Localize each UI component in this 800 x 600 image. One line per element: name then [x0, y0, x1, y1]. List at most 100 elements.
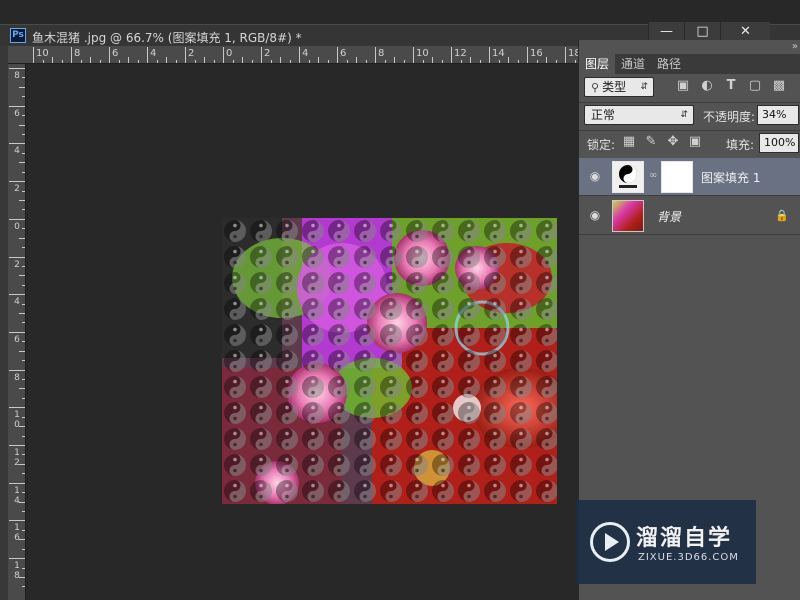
minimize-button[interactable]: —	[648, 22, 684, 42]
ruler-minor-tick	[22, 416, 25, 418]
ruler-minor-tick	[251, 60, 253, 63]
lock-move-icon[interactable]: ✥	[665, 134, 681, 150]
opacity-field[interactable]: 34%	[757, 105, 799, 125]
ruler-minor-tick	[574, 60, 576, 63]
ruler-tick	[489, 47, 490, 63]
divider	[579, 130, 800, 131]
close-button[interactable]: ✕	[720, 22, 770, 42]
ruler-minor-tick	[22, 435, 25, 437]
ruler-tick-label: 4	[14, 297, 20, 308]
blend-opacity-row: 正常 ⇵ 不透明度: 34%	[579, 104, 800, 130]
ruler-tick	[337, 47, 338, 63]
ruler-minor-tick	[137, 60, 139, 63]
blend-mode-select[interactable]: 正常 ⇵	[584, 105, 694, 125]
background-thumbnail[interactable]	[612, 200, 644, 232]
lock-transparent-icon[interactable]: ▦	[621, 134, 637, 150]
ruler-minor-tick	[19, 501, 25, 503]
layer-name[interactable]: 背景	[657, 208, 681, 225]
text-filter-icon[interactable]: T	[723, 78, 739, 94]
ruler-minor-tick	[22, 228, 25, 230]
minimize-icon: —	[660, 24, 673, 39]
photoshop-window: Ps 鱼木混猪 .jpg @ 66.7% (图案填充 1, RGB/8#) * …	[0, 0, 800, 600]
ruler-tick-label: 6	[340, 48, 347, 59]
tab-channels[interactable]: 通道	[615, 54, 651, 74]
ruler-tick-label: 8	[14, 71, 20, 81]
ruler-tick	[9, 181, 25, 183]
ruler-tick	[451, 47, 452, 63]
ruler-minor-tick	[327, 60, 329, 63]
eye-icon[interactable]: ◉	[588, 208, 602, 222]
horizontal-ruler[interactable]: 10 8 6 4 2 0 2 4 6 8 10 12 14 16 18	[8, 46, 580, 64]
window-controls: — □ ✕	[648, 22, 770, 42]
ruler-minor-tick	[61, 60, 63, 63]
lock-label: 锁定:	[587, 138, 616, 152]
layer-row-pattern-fill[interactable]: ◉ ∞ 图案填充 1	[579, 158, 800, 196]
tab-layers[interactable]: 图层	[579, 54, 616, 74]
ruler-minor-tick	[318, 57, 319, 63]
ruler-minor-tick	[19, 86, 25, 88]
fill-field[interactable]: 100%	[759, 133, 799, 153]
search-icon: ⚲	[591, 81, 600, 94]
ruler-tick-label: 10	[14, 410, 20, 431]
ruler-minor-tick	[22, 96, 25, 98]
ruler-minor-tick	[22, 360, 25, 362]
ruler-minor-tick	[394, 57, 395, 63]
ruler-minor-tick	[19, 388, 25, 390]
eye-icon[interactable]: ◉	[588, 169, 602, 183]
ruler-minor-tick	[22, 586, 25, 588]
ruler-minor-tick	[308, 60, 310, 63]
adjustment-filter-icon[interactable]: ◐	[699, 78, 715, 94]
ruler-minor-tick	[22, 265, 25, 267]
ruler-tick	[9, 482, 25, 484]
smart-object-filter-icon[interactable]: ▩	[771, 78, 787, 94]
lock-paint-icon[interactable]: ✎	[643, 134, 659, 150]
pattern-thumbnail[interactable]	[612, 161, 644, 193]
ruler-minor-tick	[19, 124, 25, 126]
divider	[579, 102, 800, 103]
ruler-tick-label: 8	[14, 372, 20, 383]
blend-mode-value: 正常	[591, 108, 616, 122]
link-chain-icon[interactable]: ∞	[649, 170, 657, 184]
canvas-image[interactable]	[222, 218, 557, 504]
ruler-tick	[71, 47, 72, 63]
ruler-minor-tick	[403, 60, 405, 63]
ruler-tick	[223, 47, 224, 63]
ruler-tick-label: 2	[14, 184, 20, 195]
ruler-minor-tick	[289, 60, 291, 63]
ruler-tick-label: 8	[74, 48, 81, 59]
ruler-tick-label: 10	[36, 48, 49, 59]
ruler-tick-label: 4	[150, 48, 157, 59]
layer-row-background[interactable]: ◉ 背景 🔒	[579, 197, 800, 235]
ruler-minor-tick	[517, 60, 519, 63]
ruler-tick	[9, 369, 25, 371]
image-filter-icon[interactable]: ▣	[675, 78, 691, 94]
layer-filter-value: 类型	[602, 80, 627, 94]
photoshop-logo-icon: Ps	[10, 28, 26, 43]
double-chevron-icon[interactable]: »	[792, 41, 798, 52]
lock-fill-row: 锁定: ▦ ✎ ✥ ▣ 填充: 100%	[579, 132, 800, 158]
fill-label: 填充:	[726, 138, 755, 152]
layer-filter-select[interactable]: ⚲ 类型 ⇵	[584, 77, 654, 97]
tab-paths[interactable]: 路径	[651, 54, 687, 74]
ruler-minor-tick	[22, 171, 25, 173]
layer-name[interactable]: 图案填充 1	[701, 169, 760, 186]
shape-filter-icon[interactable]: ▢	[747, 78, 763, 94]
layer-mask-thumbnail[interactable]	[661, 161, 693, 193]
ruler-minor-tick	[118, 60, 120, 63]
pattern-flower-artwork	[222, 218, 557, 504]
ruler-minor-tick	[22, 379, 25, 381]
ruler-tick-label: 0	[14, 221, 20, 232]
maximize-button[interactable]: □	[684, 22, 720, 42]
ruler-minor-tick	[22, 152, 25, 154]
ruler-tick	[9, 294, 25, 296]
maximize-icon: □	[696, 24, 709, 39]
ruler-minor-tick	[498, 60, 500, 63]
ruler-tick	[185, 47, 186, 63]
lock-all-icon[interactable]: ▣	[687, 134, 703, 150]
vertical-ruler[interactable]: 8 6 4 2 0 2 4 6 8 10 12 14 16 18	[8, 64, 26, 600]
layer-filter-row: ⚲ 类型 ⇵ ▣ ◐ T ▢ ▩	[579, 76, 800, 102]
ruler-minor-tick	[22, 190, 25, 192]
ruler-minor-tick	[384, 60, 386, 63]
ruler-minor-tick	[166, 57, 167, 63]
ruler-minor-tick	[80, 60, 82, 63]
